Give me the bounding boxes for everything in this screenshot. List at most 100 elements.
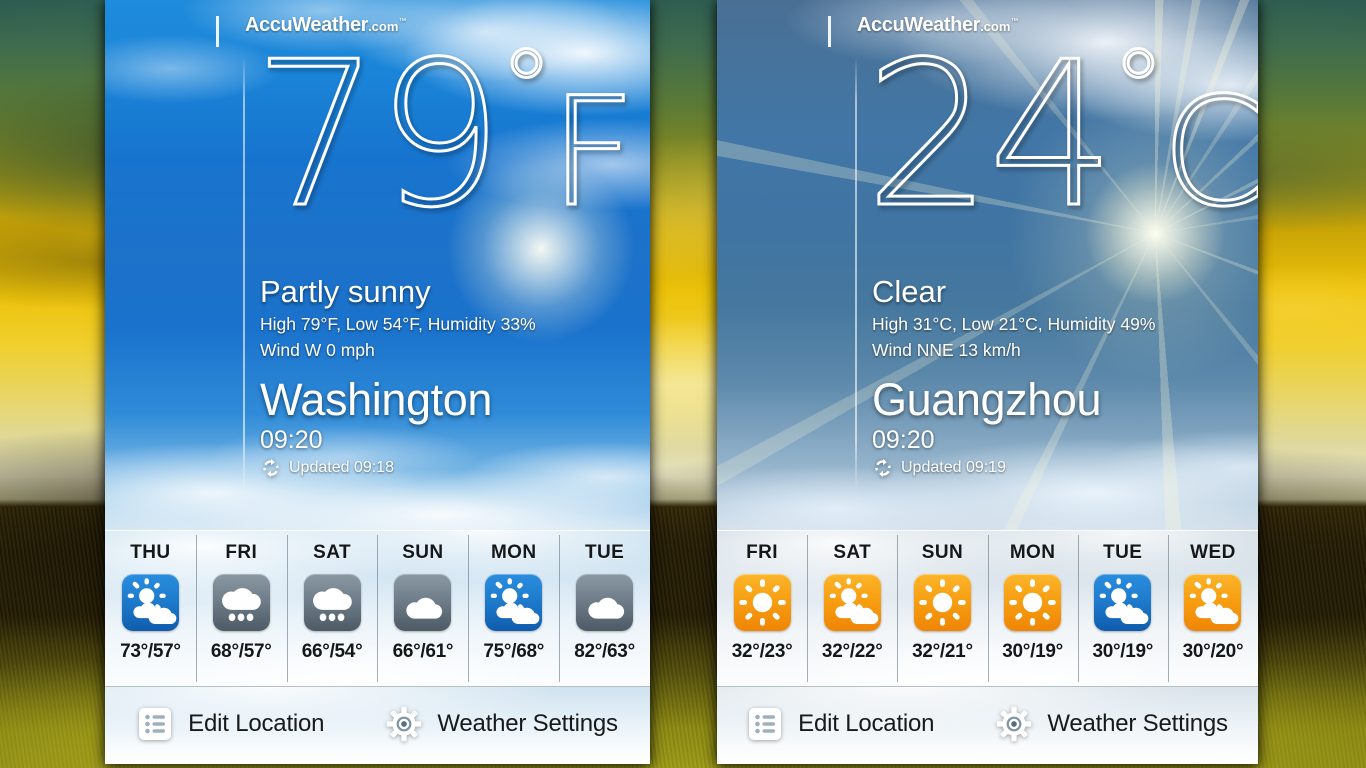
forecast-high-low: 32°/22° [821, 641, 883, 662]
forecast-row: FRI 32°/23° SAT 32°/22° SUN 32°/21° MON … [717, 530, 1258, 686]
partly-sunny-icon [829, 578, 879, 624]
edit-location-button[interactable]: Edit Location [747, 706, 935, 742]
condition-detail-line-1: High 79°F, Low 54°F, Humidity 33% [260, 313, 536, 334]
condition-text: Partly sunny [260, 274, 431, 309]
weather-hero-panel[interactable]: AccuWeather.com™ 24°C Clear High 31°C, L… [717, 0, 1258, 530]
last-updated-text: Updated 09:19 [901, 459, 1006, 477]
partly-sunny-icon [1099, 578, 1149, 624]
weather-settings-button[interactable]: Weather Settings [996, 706, 1228, 742]
forecast-high-low: 32°/23° [731, 641, 793, 662]
forecast-day[interactable]: FRI 32°/23° [717, 531, 807, 686]
city-name: Guangzhou [872, 374, 1102, 426]
forecast-day[interactable]: SAT 66°/54° [286, 531, 378, 686]
forecast-day[interactable]: SAT 32°/22° [807, 531, 897, 686]
forecast-day-name: FRI [746, 542, 778, 563]
forecast-high-low: 82°/63° [574, 641, 635, 662]
degree-symbol: ° [1110, 27, 1167, 152]
forecast-cloudy-icon [394, 574, 452, 631]
forecast-day-name: FRI [225, 542, 258, 563]
forecast-day-name: MON [490, 542, 537, 563]
gear-icon [387, 706, 422, 741]
partly-sunny-icon [127, 578, 177, 624]
weather-widget-washington[interactable]: AccuWeather.com™ 79°F Partly sunny High … [105, 0, 650, 764]
partly-sunny-icon [490, 578, 540, 624]
forecast-sunny-icon [913, 574, 971, 631]
forecast-high-low: 75°/68° [483, 641, 545, 662]
forecast-rain-icon [212, 574, 270, 631]
last-updated-row[interactable]: Updated 09:18 [260, 457, 536, 479]
forecast-partly-sunny-icon [485, 574, 543, 631]
logo-accent-bar [216, 16, 219, 47]
partly-sunny-icon [1190, 578, 1239, 624]
widget-toolbar: Edit Location Weather Settings [717, 686, 1258, 764]
cloudy-icon [588, 597, 625, 619]
forecast-day[interactable]: TUE 30°/19° [1077, 531, 1168, 686]
temperature-value: 24 [864, 19, 1117, 252]
temperature-unit: F [548, 66, 637, 240]
current-conditions-block: Clear High 31°C, Low 21°C, Humidity 49% … [872, 274, 1156, 479]
forecast-day[interactable]: FRI 68°/57° [195, 531, 287, 686]
forecast-day-name: SAT [833, 542, 872, 563]
local-time: 09:20 [260, 425, 323, 454]
gear-icon [997, 706, 1032, 741]
temperature-value: 79 [252, 19, 505, 252]
forecast-day-name: WED [1190, 542, 1236, 563]
condition-text: Clear [872, 274, 947, 309]
forecast-sunny-icon [733, 574, 791, 631]
forecast-day[interactable]: TUE 82°/63° [559, 531, 650, 686]
condition-detail-line-2: Wind W 0 mph [260, 339, 375, 360]
edit-location-label: Edit Location [798, 709, 935, 737]
forecast-day[interactable]: WED 30°/20° [1167, 531, 1258, 686]
condition-detail-line-1: High 31°C, Low 21°C, Humidity 49% [872, 313, 1156, 334]
forecast-high-low: 68°/57° [210, 641, 272, 662]
forecast-day-name: TUE [1103, 542, 1143, 563]
forecast-day[interactable]: THU 73°/57° [105, 531, 196, 686]
forecast-row: THU 73°/57° FRI 68°/57° SAT 66°/54° SUN … [105, 530, 650, 686]
current-conditions-block: Partly sunny High 79°F, Low 54°F, Humidi… [260, 274, 536, 479]
forecast-sunny-icon [1004, 574, 1062, 631]
list-icon [749, 707, 782, 740]
last-updated-text: Updated 09:18 [289, 459, 394, 477]
condition-detail-line-2: Wind NNE 13 km/h [872, 339, 1021, 360]
logo-accent-bar [828, 16, 831, 47]
refresh-icon[interactable] [872, 457, 894, 479]
forecast-high-low: 30°/19° [1002, 641, 1063, 662]
forecast-high-low: 30°/20° [1182, 641, 1244, 662]
edit-location-label: Edit Location [188, 709, 325, 737]
temperature-unit: C [1160, 66, 1258, 240]
sunny-icon [1009, 579, 1056, 626]
hero-accent-rule [243, 56, 245, 492]
forecast-day-name: SUN [402, 542, 444, 563]
weather-hero-panel[interactable]: AccuWeather.com™ 79°F Partly sunny High … [105, 0, 650, 530]
forecast-day[interactable]: MON 30°/19° [987, 531, 1078, 686]
forecast-cloudy-icon [576, 574, 634, 631]
local-time: 09:20 [872, 425, 935, 454]
forecast-day-name: THU [130, 542, 171, 563]
forecast-day[interactable]: MON 75°/68° [468, 531, 559, 686]
widget-toolbar: Edit Location Weather Settings [105, 686, 650, 764]
cloudy-icon [406, 597, 443, 619]
forecast-day-name: TUE [584, 542, 625, 563]
forecast-high-low: 30°/19° [1092, 641, 1154, 662]
refresh-icon[interactable] [260, 457, 282, 479]
forecast-day-name: SUN [921, 542, 964, 563]
weather-settings-label: Weather Settings [1047, 709, 1228, 737]
hero-accent-rule [855, 56, 857, 492]
forecast-high-low: 73°/57° [120, 641, 181, 662]
forecast-rain-icon [303, 574, 361, 631]
forecast-partly-sunny-icon [1184, 574, 1242, 631]
edit-location-button[interactable]: Edit Location [137, 706, 325, 742]
forecast-day[interactable]: SUN 66°/61° [377, 531, 468, 686]
last-updated-row[interactable]: Updated 09:19 [872, 457, 1155, 479]
weather-settings-button[interactable]: Weather Settings [386, 706, 618, 742]
weather-settings-label: Weather Settings [437, 709, 618, 737]
city-name: Washington [260, 374, 492, 426]
forecast-high-low: 32°/21° [912, 641, 973, 662]
current-temperature: 79°F [252, 34, 638, 237]
forecast-day-name: MON [1009, 542, 1056, 563]
weather-widget-guangzhou[interactable]: AccuWeather.com™ 24°C Clear High 31°C, L… [717, 0, 1258, 764]
sunny-icon [919, 579, 966, 626]
forecast-high-low: 66°/61° [392, 641, 454, 662]
forecast-day[interactable]: SUN 32°/21° [897, 531, 987, 686]
forecast-partly-sunny-icon [1094, 574, 1152, 631]
